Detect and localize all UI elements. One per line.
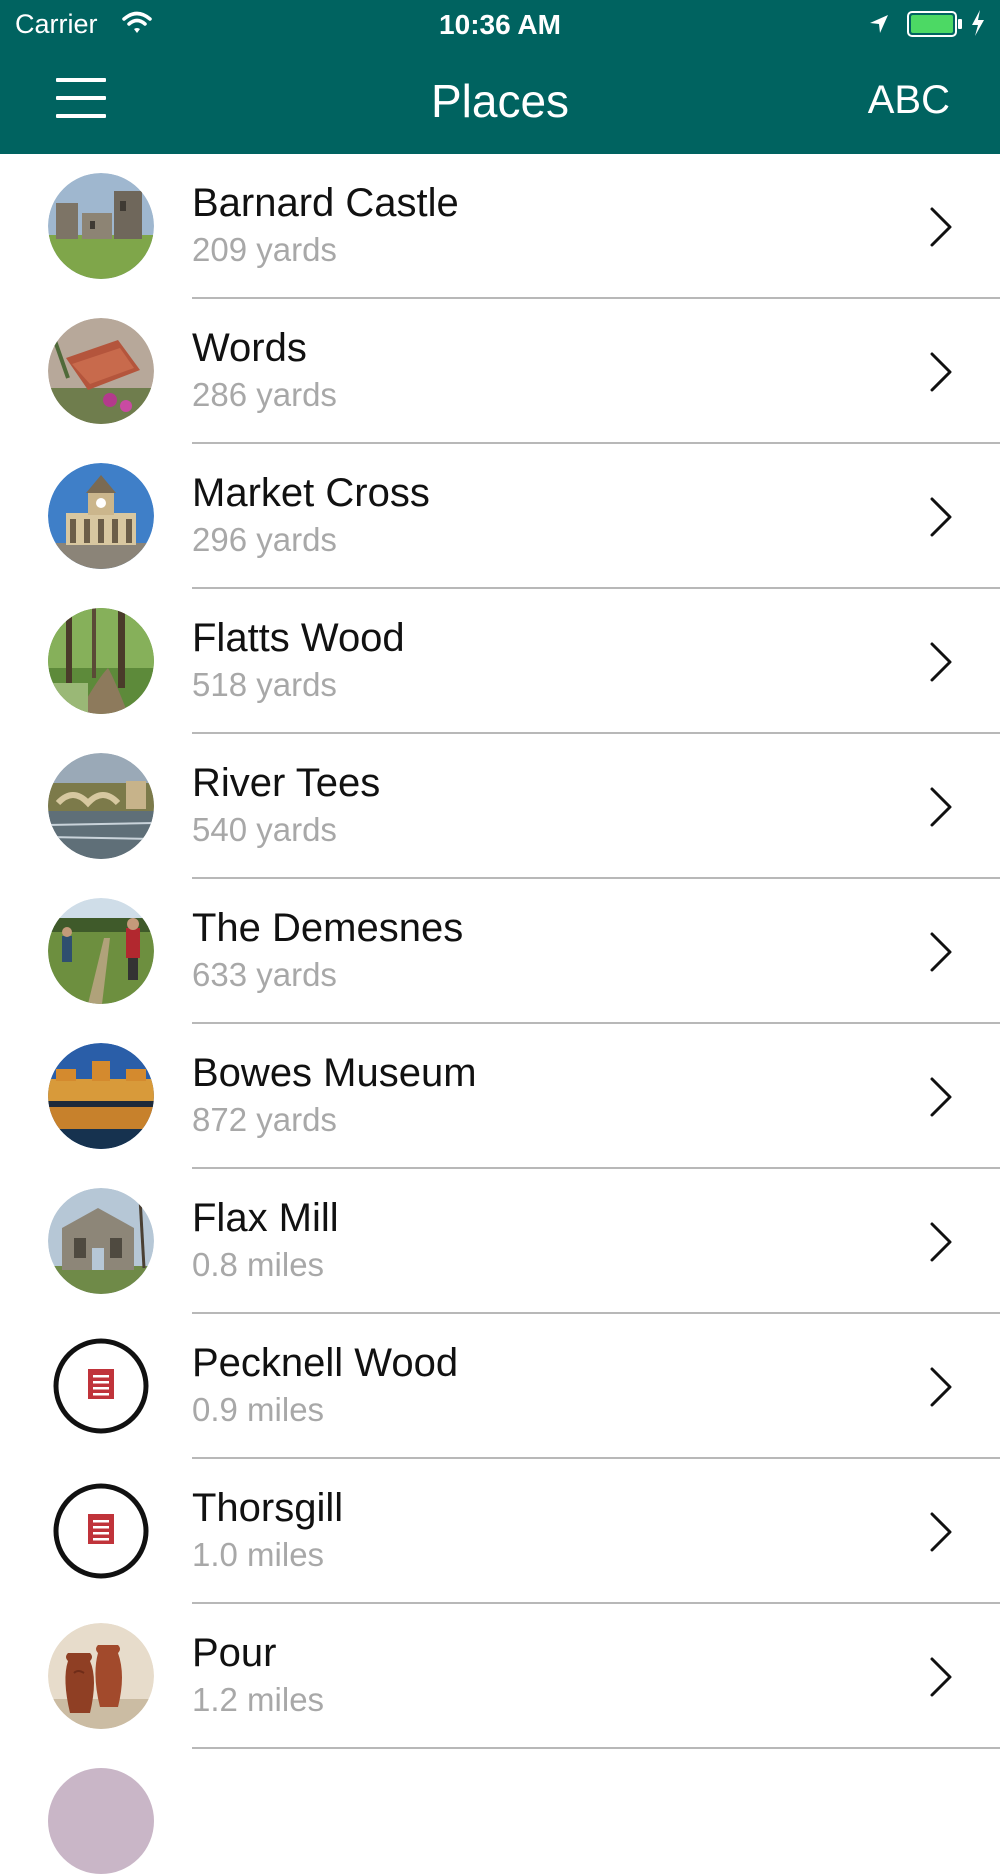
place-name: Flax Mill <box>192 1196 339 1240</box>
place-distance: 0.9 miles <box>192 1391 325 1428</box>
place-name: River Tees <box>192 761 381 805</box>
place-name: Pecknell Wood <box>192 1341 459 1385</box>
chevron-right-icon <box>930 1077 952 1117</box>
place-row[interactable]: Flatts Wood 518 yards <box>0 589 1000 734</box>
place-thumbnail <box>48 898 154 1004</box>
chevron-right-icon <box>930 207 952 247</box>
partial-list-thumbnail <box>48 1768 154 1874</box>
place-distance: 1.0 miles <box>192 1536 325 1573</box>
chevron-right-icon <box>930 352 952 392</box>
chevron-right-icon <box>930 1222 952 1262</box>
chevron-right-icon <box>930 932 952 972</box>
place-name: Bowes Museum <box>192 1051 477 1095</box>
place-row[interactable]: Bowes Museum 872 yards <box>0 1024 1000 1169</box>
place-distance: 633 yards <box>192 956 337 993</box>
place-row[interactable]: Pour 1.2 miles <box>0 1604 1000 1749</box>
chevron-right-icon <box>930 1657 952 1697</box>
chevron-right-icon <box>930 1512 952 1552</box>
place-distance: 209 yards <box>192 231 337 268</box>
place-distance: 1.2 miles <box>192 1681 325 1718</box>
location-arrow-icon <box>870 15 888 33</box>
place-row[interactable]: River Tees 540 yards <box>0 734 1000 879</box>
place-row[interactable]: The Demesnes 633 yards <box>0 879 1000 1024</box>
page-title: Places <box>430 75 570 127</box>
place-thumbnail <box>48 318 154 424</box>
place-row[interactable]: Barnard Castle 209 yards <box>0 154 1000 299</box>
place-name: Barnard Castle <box>192 181 459 225</box>
place-thumbnail <box>48 173 154 279</box>
place-name: Market Cross <box>192 471 430 515</box>
sort-abc-button[interactable]: ABC <box>868 78 950 123</box>
place-distance: 0.8 miles <box>192 1246 325 1283</box>
chevron-right-icon <box>930 1367 952 1407</box>
battery-icon <box>907 11 962 37</box>
row-divider <box>192 1747 1000 1749</box>
place-thumbnail <box>48 1188 154 1294</box>
chevron-right-icon <box>930 787 952 827</box>
place-row[interactable]: Flax Mill 0.8 miles <box>0 1169 1000 1314</box>
place-distance: 296 yards <box>192 521 337 558</box>
place-row[interactable]: Market Cross 296 yards <box>0 444 1000 589</box>
clock: 10:36 AM <box>439 9 561 40</box>
status-bar: Carrier 10:36 AM <box>0 0 1000 50</box>
place-row[interactable]: Words 286 yards <box>0 299 1000 444</box>
place-name: Thorsgill <box>192 1486 344 1530</box>
places-list: Barnard Castle 209 yards Words 286 yards Mar… <box>0 154 1000 1749</box>
chevron-right-icon <box>930 497 952 537</box>
place-name: The Demesnes <box>192 906 464 950</box>
place-name: Flatts Wood <box>192 616 405 660</box>
place-thumbnail <box>48 463 154 569</box>
chevron-right-icon <box>930 642 952 682</box>
place-name: Pour <box>192 1631 277 1675</box>
place-name: Words <box>192 326 307 370</box>
place-distance: 518 yards <box>192 666 337 703</box>
place-thumbnail <box>48 608 154 714</box>
place-thumbnail <box>48 1333 154 1439</box>
place-thumbnail <box>48 1623 154 1729</box>
navigation-bar: Places ABC <box>0 50 1000 154</box>
place-thumbnail <box>48 1043 154 1149</box>
place-row[interactable]: Thorsgill 1.0 miles <box>0 1459 1000 1604</box>
header: Carrier 10:36 AM Places ABC <box>0 0 1000 154</box>
place-thumbnail <box>48 753 154 859</box>
place-thumbnail <box>48 1478 154 1584</box>
place-row[interactable]: Pecknell Wood 0.9 miles <box>0 1314 1000 1459</box>
charging-bolt-icon <box>972 10 984 36</box>
place-distance: 286 yards <box>192 376 337 413</box>
place-distance: 872 yards <box>192 1101 337 1138</box>
place-distance: 540 yards <box>192 811 337 848</box>
